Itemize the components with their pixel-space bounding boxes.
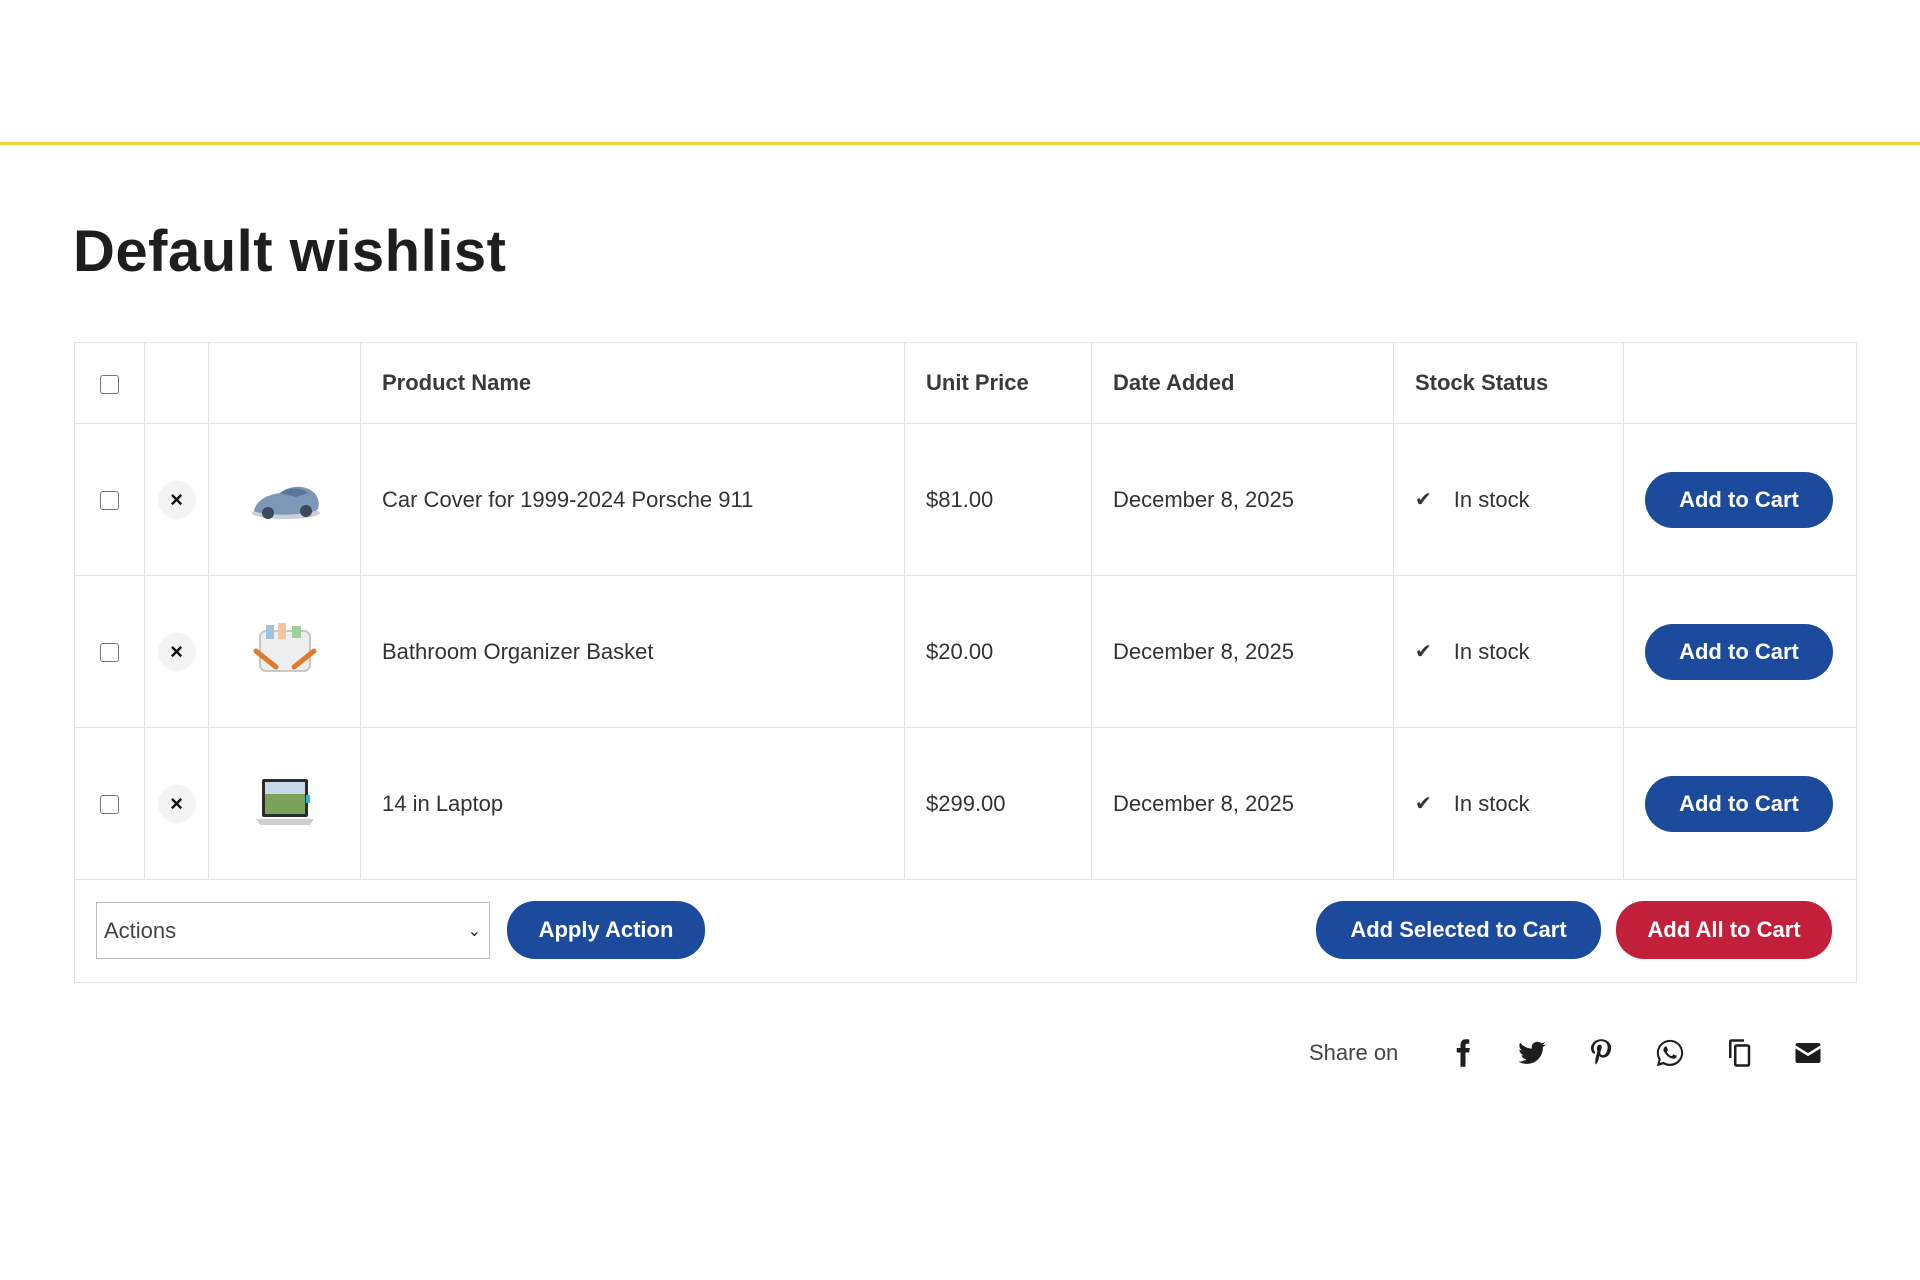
add-selected-to-cart-button[interactable]: Add Selected to Cart	[1316, 901, 1601, 959]
actions-select[interactable]: Actions ⌄	[96, 902, 490, 959]
table-footer-row: Actions ⌄ Apply Action Add Selected to C…	[74, 879, 1857, 983]
stock-status: ✔ In stock	[1415, 791, 1623, 817]
apply-action-button[interactable]: Apply Action	[507, 901, 705, 959]
check-icon: ✔	[1415, 793, 1432, 815]
date-added-header: Date Added	[1091, 342, 1394, 424]
facebook-icon[interactable]	[1446, 1036, 1480, 1070]
remove-icon[interactable]: ×	[157, 632, 196, 671]
remove-icon[interactable]: ×	[157, 480, 196, 519]
copy-icon[interactable]	[1722, 1036, 1756, 1070]
laptop-image[interactable]	[246, 769, 324, 839]
row-checkbox[interactable]	[100, 491, 119, 511]
twitter-icon[interactable]	[1515, 1036, 1549, 1070]
add-to-cart-button[interactable]: Add to Cart	[1645, 775, 1833, 832]
table-header-row: Product Name Unit Price Date Added Stock…	[74, 342, 1857, 424]
thumbnail-header	[208, 342, 361, 424]
header-bar	[0, 0, 1920, 145]
date-added: December 8, 2025	[1091, 423, 1394, 576]
check-icon: ✔	[1415, 489, 1432, 511]
share-bar: Share on	[1309, 1036, 1825, 1070]
page-title: Default wishlist	[73, 219, 507, 284]
add-all-to-cart-button[interactable]: Add All to Cart	[1616, 901, 1832, 959]
date-added: December 8, 2025	[1091, 575, 1394, 728]
product-name[interactable]: 14 in Laptop	[360, 727, 905, 880]
product-name[interactable]: Bathroom Organizer Basket	[360, 575, 905, 728]
chevron-down-icon: ⌄	[467, 922, 481, 940]
unit-price-header: Unit Price	[904, 342, 1092, 424]
date-added: December 8, 2025	[1091, 727, 1394, 880]
wishlist-table: Product Name Unit Price Date Added Stock…	[74, 342, 1857, 983]
car-cover-image[interactable]	[246, 465, 324, 535]
stock-status: ✔ In stock	[1415, 487, 1623, 513]
stock-label: In stock	[1453, 486, 1530, 512]
table-row: × Car Cover for 1999-2024 Porsche 911 $8…	[74, 423, 1857, 576]
whatsapp-icon[interactable]	[1653, 1036, 1687, 1070]
stock-label: In stock	[1453, 638, 1530, 664]
email-icon[interactable]	[1791, 1036, 1825, 1070]
row-checkbox[interactable]	[100, 643, 119, 663]
product-name[interactable]: Car Cover for 1999-2024 Porsche 911	[360, 423, 905, 576]
actions-select-value: Actions	[104, 917, 177, 943]
pinterest-icon[interactable]	[1584, 1036, 1618, 1070]
row-checkbox[interactable]	[100, 795, 119, 815]
check-icon: ✔	[1415, 641, 1432, 663]
stock-label: In stock	[1453, 790, 1530, 816]
remove-icon[interactable]: ×	[157, 784, 196, 823]
table-row: × 14 in Laptop $299.00 December 8, 2025 …	[74, 727, 1857, 880]
stock-status: ✔ In stock	[1415, 639, 1623, 665]
table-row: × Bathroom Organizer Basket $20.00 Decem…	[74, 575, 1857, 728]
stock-status-header: Stock Status	[1393, 342, 1624, 424]
product-name-header: Product Name	[360, 342, 905, 424]
select-all-checkbox[interactable]	[100, 374, 119, 394]
add-to-cart-button[interactable]: Add to Cart	[1645, 471, 1833, 528]
action-header	[1623, 342, 1857, 424]
unit-price: $299.00	[904, 727, 1092, 880]
organizer-basket-image[interactable]	[246, 617, 324, 687]
select-all-cell	[74, 342, 145, 424]
add-to-cart-button[interactable]: Add to Cart	[1645, 623, 1833, 680]
remove-header	[144, 342, 209, 424]
share-label: Share on	[1309, 1040, 1399, 1065]
unit-price: $20.00	[904, 575, 1092, 728]
unit-price: $81.00	[904, 423, 1092, 576]
